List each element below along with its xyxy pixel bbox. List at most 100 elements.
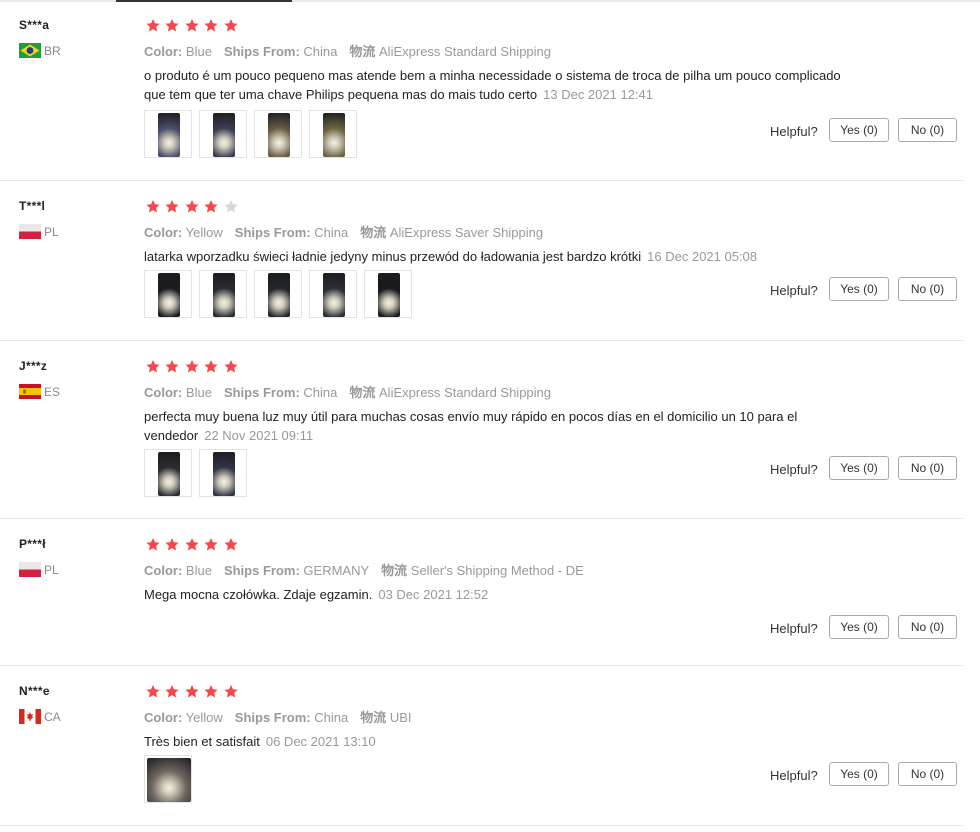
photo-image	[268, 113, 290, 157]
review-item: S***a BR Color: Blue Ships From: China 物流 Al…	[0, 0, 963, 181]
review-meta: Color: Blue Ships From: China 物流 AliExpres…	[144, 382, 551, 401]
shipping-method: UBI	[389, 710, 412, 725]
star-icon	[184, 18, 200, 33]
photo-image	[378, 273, 400, 317]
photo-image	[158, 273, 180, 317]
review-photos	[144, 270, 419, 318]
star-icon	[184, 359, 200, 374]
star-icon	[145, 359, 161, 374]
photo-image	[213, 113, 235, 157]
reviewer-country: ES	[19, 384, 60, 399]
photo-image	[158, 113, 180, 157]
review-photo-thumbnail[interactable]	[254, 110, 302, 158]
review-text: perfecta muy buena luz muy útil para muc…	[144, 407, 844, 445]
color-value: Yellow	[185, 710, 223, 725]
spain-flag-icon	[19, 384, 41, 399]
color-label: Color:	[144, 225, 183, 240]
review-item: N***e CA Color: Yellow Ships From: China 物流 …	[0, 666, 963, 826]
reviewer-name: T***l	[19, 199, 46, 213]
review-photo-thumbnail[interactable]	[309, 110, 357, 158]
ships-from-value: GERMANY	[303, 563, 370, 578]
review-text: Très bien et satisfait 06 Dec 2021 13:10	[144, 732, 844, 751]
review-photo-thumbnail[interactable]	[144, 755, 192, 803]
logistics-label: 物流	[360, 225, 387, 240]
star-icon	[145, 199, 161, 214]
photo-image	[323, 273, 345, 317]
photo-image	[213, 452, 235, 496]
logistics-label: 物流	[349, 44, 376, 59]
star-rating	[145, 199, 242, 214]
helpful-label: Helpful?	[770, 621, 818, 636]
review-text: o produto é um pouco pequeno mas atende …	[144, 66, 844, 104]
helpful-yes-button[interactable]: Yes (0)	[829, 118, 889, 142]
helpful-no-button[interactable]: No (0)	[898, 615, 957, 639]
star-icon	[203, 359, 219, 374]
color-label: Color:	[144, 563, 183, 578]
color-value: Blue	[185, 385, 212, 400]
reviewer-name: S***a	[19, 18, 50, 32]
shipping-method: Seller's Shipping Method - DE	[410, 563, 584, 578]
helpful-yes-button[interactable]: Yes (0)	[829, 615, 889, 639]
review-photo-thumbnail[interactable]	[199, 449, 247, 497]
star-icon	[203, 537, 219, 552]
review-content: latarka wporzadku świeci ładnie jedyny m…	[144, 249, 642, 264]
ships-from-value: China	[314, 710, 349, 725]
color-label: Color:	[144, 710, 183, 725]
logistics-label: 物流	[381, 563, 408, 578]
review-photo-thumbnail[interactable]	[144, 449, 192, 497]
canada-flag-icon	[19, 709, 41, 724]
review-meta: Color: Blue Ships From: GERMANY 物流 Seller'…	[144, 560, 584, 579]
helpful-yes-button[interactable]: Yes (0)	[829, 762, 889, 786]
review-meta: Color: Yellow Ships From: China 物流 AliExpr…	[144, 222, 543, 241]
country-code: BR	[44, 43, 61, 58]
star-icon	[164, 684, 180, 699]
color-label: Color:	[144, 385, 183, 400]
ships-from-label: Ships From:	[223, 385, 300, 400]
review-photos	[144, 449, 254, 497]
review-text: Mega mocna czołówka. Zdaje egzamin. 03 De…	[144, 585, 844, 604]
review-content: Très bien et satisfait	[144, 734, 260, 749]
review-photo-thumbnail[interactable]	[364, 270, 412, 318]
review-photo-thumbnail[interactable]	[199, 110, 247, 158]
reviewer-country: CA	[19, 709, 61, 724]
review-date: 13 Dec 2021 12:41	[543, 87, 653, 102]
star-icon	[184, 537, 200, 552]
helpful-yes-button[interactable]: Yes (0)	[829, 277, 889, 301]
review-photo-thumbnail[interactable]	[144, 110, 192, 158]
star-icon	[184, 684, 200, 699]
logistics-label: 物流	[349, 385, 376, 400]
shipping-method: AliExpress Standard Shipping	[379, 44, 552, 59]
ships-from-label: Ships From:	[223, 563, 300, 578]
color-label: Color:	[144, 44, 183, 59]
helpful-label: Helpful?	[770, 283, 818, 298]
country-code: ES	[44, 384, 61, 399]
helpful-no-button[interactable]: No (0)	[898, 277, 957, 301]
star-rating	[145, 359, 242, 374]
ships-from-value: China	[303, 385, 338, 400]
helpful-label: Helpful?	[770, 124, 818, 139]
star-icon	[223, 18, 239, 33]
review-date: 06 Dec 2021 13:10	[265, 734, 376, 749]
review-photo-thumbnail[interactable]	[309, 270, 357, 318]
star-icon	[164, 199, 180, 214]
star-icon	[223, 684, 239, 699]
star-rating	[145, 537, 242, 552]
helpful-yes-button[interactable]: Yes (0)	[829, 456, 889, 480]
helpful-no-button[interactable]: No (0)	[898, 456, 957, 480]
review-photo-thumbnail[interactable]	[254, 270, 302, 318]
helpful-no-button[interactable]: No (0)	[898, 118, 957, 142]
country-code: PL	[44, 562, 59, 577]
photo-image	[213, 273, 235, 317]
poland-flag-icon	[19, 562, 41, 577]
ships-from-value: China	[314, 225, 349, 240]
review-photo-thumbnail[interactable]	[144, 270, 192, 318]
review-photo-thumbnail[interactable]	[199, 270, 247, 318]
star-icon	[145, 18, 161, 33]
country-code: CA	[44, 709, 61, 724]
ships-from-label: Ships From:	[234, 225, 311, 240]
helpful-label: Helpful?	[770, 462, 818, 477]
review-item: T***l PL Color: Yellow Ships From: China 物流 …	[0, 181, 963, 341]
helpful-no-button[interactable]: No (0)	[898, 762, 957, 786]
photo-image	[158, 452, 180, 496]
shipping-method: AliExpress Standard Shipping	[379, 385, 552, 400]
